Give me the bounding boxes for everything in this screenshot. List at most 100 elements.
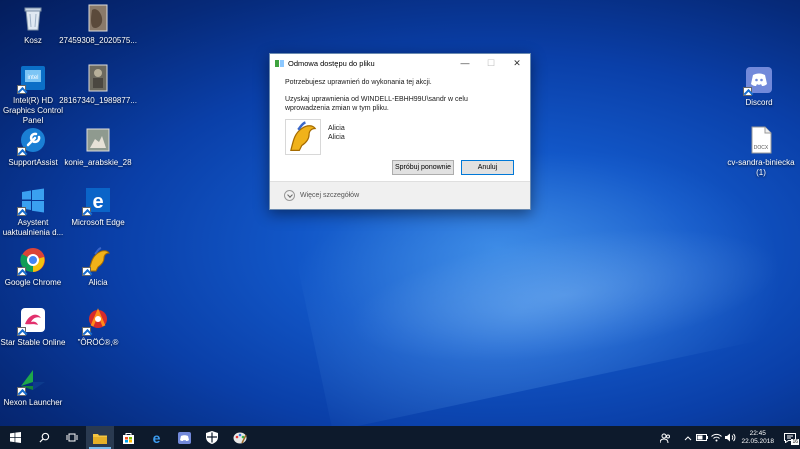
file-name: Alicia	[328, 125, 345, 132]
shortcut-arrow-icon	[82, 327, 91, 336]
task-view-button[interactable]	[58, 426, 86, 449]
clock-date: 22.05.2018	[741, 437, 774, 445]
shortcut-arrow-icon	[17, 267, 26, 276]
icon-label: cv-sandra-biniecka (1)	[727, 158, 795, 177]
permission-detail: Uzyskaj uprawnienia od WINDELL-EBHH99U\s…	[285, 96, 468, 112]
folder-icon	[93, 433, 107, 444]
icon-label: Nexon Launcher	[3, 398, 63, 407]
photo-thumbnail-icon	[84, 4, 112, 32]
icon-label: Microsoft Edge	[71, 218, 125, 227]
icon-label: Discord	[745, 98, 773, 107]
minimize-button[interactable]: —	[452, 54, 478, 72]
paint-icon	[233, 432, 247, 444]
notification-badge: 16	[791, 439, 799, 445]
star-stable-icon	[17, 306, 47, 336]
icon-label: Google Chrome	[4, 278, 62, 287]
people-icon[interactable]	[659, 426, 671, 449]
taskbar-edge[interactable]: e	[142, 426, 170, 449]
icon-label: 28167340_1989877...	[59, 96, 137, 105]
intel-graphics-icon: intel	[17, 64, 47, 94]
desktop-icon-nexon[interactable]: Nexon Launcher	[0, 366, 70, 408]
shield-icon	[206, 431, 218, 444]
start-button[interactable]	[0, 426, 30, 449]
dialog-buttons: Spróbuj ponownie Anuluj	[392, 160, 514, 175]
dialog-titlebar: Odmowa dostępu do pliku — ☐ ✕	[270, 54, 530, 72]
search-icon	[38, 432, 49, 443]
action-center-button[interactable]: 16	[781, 426, 799, 449]
taskbar-security[interactable]	[198, 426, 226, 449]
desktop-icon-intel-graphics[interactable]: intel Intel(R) HD Graphics Control Panel	[0, 64, 70, 126]
horse-head-icon	[82, 246, 112, 276]
desktop-icon-discord[interactable]: Discord	[722, 66, 796, 108]
wallpaper-light	[323, 197, 800, 393]
desktop-icon-update-assistant[interactable]: Asystent uaktualnienia d...	[0, 186, 70, 238]
shortcut-arrow-icon	[17, 387, 26, 396]
desktop-icon-chrome[interactable]: Google Chrome	[0, 246, 70, 288]
wifi-icon[interactable]	[710, 426, 722, 449]
more-details-toggle[interactable]: Więcej szczegółów	[270, 181, 530, 209]
more-details-label: Więcej szczegółów	[300, 192, 360, 199]
cancel-button[interactable]: Anuluj	[461, 160, 514, 175]
chevron-up-icon[interactable]	[682, 426, 694, 449]
windows-start-icon	[9, 432, 21, 443]
clock-time: 22:45	[749, 429, 766, 437]
edge-icon: e	[152, 431, 160, 444]
recycle-bin-icon	[19, 4, 47, 32]
icon-label: SupportAssist	[8, 158, 58, 167]
dialog-body: Potrzebujesz uprawnień do wykonania tej …	[270, 72, 530, 155]
desktop-icon-cv[interactable]: DOCX cv-sandra-biniecka (1)	[722, 126, 800, 178]
nexon-launcher-icon	[17, 366, 47, 396]
docx-badge: DOCX	[754, 145, 769, 151]
shortcut-arrow-icon	[17, 327, 26, 336]
task-view-icon	[66, 433, 78, 442]
volume-icon[interactable]	[724, 426, 736, 449]
icon-label: Kosz	[24, 36, 42, 45]
icon-label: 27459308_2020575...	[59, 36, 137, 45]
desktop-icon-star-stable[interactable]: Star Stable Online	[0, 306, 70, 348]
desktop-icon-photo-2[interactable]: 28167340_1989877...	[59, 64, 137, 106]
store-bag-icon	[122, 432, 134, 444]
file-names: Alicia Alicia	[328, 119, 345, 142]
horse-head-icon	[290, 121, 317, 151]
edge-icon: e	[82, 186, 112, 216]
file-thumbnail	[285, 119, 321, 155]
desktop-icon-edge[interactable]: e Microsoft Edge	[61, 186, 135, 228]
desktop-icon-supportassist[interactable]: SupportAssist	[0, 126, 70, 168]
svg-text:e: e	[92, 191, 103, 213]
taskbar: e 22:45 22.05.2018 16	[0, 426, 800, 449]
shortcut-arrow-icon	[743, 87, 752, 96]
system-tray: 22:45 22.05.2018 16	[658, 426, 800, 449]
icon-label: Star Stable Online	[0, 338, 66, 347]
taskbar-file-explorer[interactable]	[86, 426, 114, 449]
windows-logo-icon	[17, 186, 47, 216]
search-button[interactable]	[30, 426, 58, 449]
app-emblem-icon	[82, 306, 112, 336]
desktop-icon-garbled[interactable]: "ÔRÖĆ®,®	[61, 306, 135, 348]
file-info: Alicia Alicia	[285, 119, 530, 155]
discord-icon	[743, 66, 773, 96]
clock[interactable]: 22:45 22.05.2018	[741, 430, 774, 446]
shortcut-arrow-icon	[82, 267, 91, 276]
access-denied-dialog: Odmowa dostępu do pliku — ☐ ✕ Potrzebuje…	[269, 53, 531, 210]
shortcut-arrow-icon	[17, 85, 26, 94]
icon-label: konie_arabskie_28	[64, 158, 132, 167]
svg-text:e: e	[152, 431, 160, 444]
battery-icon[interactable]	[696, 426, 709, 449]
file-operation-icon	[275, 59, 284, 68]
svg-text:intel: intel	[27, 75, 38, 81]
chevron-down-icon	[284, 190, 295, 201]
icon-label: "ÔRÖĆ®,®	[77, 338, 119, 347]
retry-button[interactable]: Spróbuj ponownie	[392, 160, 454, 175]
desktop-icon-konie[interactable]: konie_arabskie_28	[61, 126, 135, 168]
file-type: Alicia	[328, 133, 345, 141]
taskbar-app[interactable]	[226, 426, 254, 449]
taskbar-store[interactable]	[114, 426, 142, 449]
desktop-icon-photo-1[interactable]: 27459308_2020575...	[59, 4, 137, 46]
close-button[interactable]: ✕	[504, 54, 530, 72]
taskbar-discord[interactable]	[170, 426, 198, 449]
docx-file-icon: DOCX	[747, 126, 775, 154]
permission-message: Potrzebujesz uprawnień do wykonania tej …	[285, 79, 432, 86]
shortcut-arrow-icon	[82, 207, 91, 216]
desktop-icon-alicia[interactable]: Alicia	[61, 246, 135, 288]
shortcut-arrow-icon	[17, 207, 26, 216]
